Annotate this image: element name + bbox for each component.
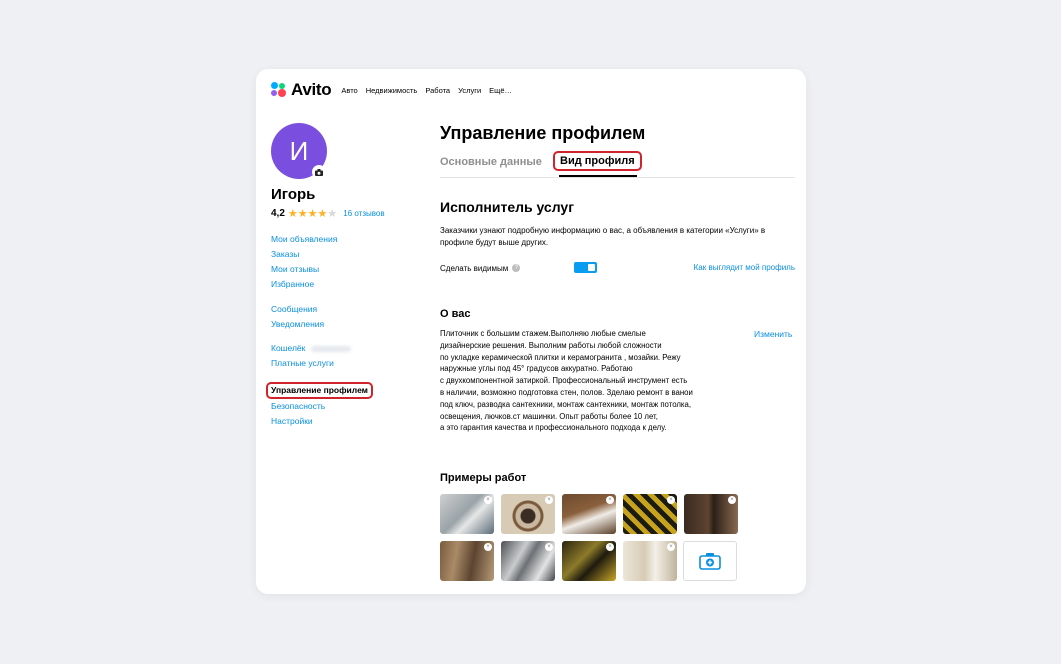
remove-photo-icon[interactable]: ×	[545, 496, 553, 504]
profile-preview-link[interactable]: Как выглядит мой профиль	[694, 263, 795, 272]
about-line: а это гарантия качества и профессиональн…	[440, 423, 667, 433]
menu-settings[interactable]: Настройки	[271, 414, 373, 429]
visibility-toggle[interactable]	[574, 262, 597, 273]
toggle-knob	[588, 264, 595, 271]
top-bar: Avito Авто Недвижимость Работа Услуги Ещ…	[271, 80, 520, 100]
user-rating: 4,2 ★★★★★ 16 отзывов	[271, 207, 385, 220]
star-icon: ★	[307, 208, 318, 220]
about-line: с двухкомпонентной затиркой. Профессиона…	[440, 376, 688, 386]
work-photo[interactable]: ×	[562, 541, 616, 581]
profile-tabs: Основные данные Вид профиля	[440, 151, 795, 178]
about-line: дизайнерские решения. Выполним работы лю…	[440, 340, 662, 350]
about-line: освещения, лючков.ст машинки. Опыт работ…	[440, 411, 658, 421]
works-section-title: Примеры работ	[440, 472, 527, 484]
nav-item-jobs[interactable]: Работа	[425, 86, 450, 95]
profile-card: Avito Авто Недвижимость Работа Услуги Ещ…	[256, 69, 806, 594]
star-icon: ★	[317, 208, 328, 220]
work-photo[interactable]: ×	[501, 494, 555, 534]
menu-favorites[interactable]: Избранное	[271, 277, 337, 292]
remove-photo-icon[interactable]: ×	[545, 543, 553, 551]
reviews-link[interactable]: 16 отзывов	[343, 209, 384, 218]
nav-item-more[interactable]: Ещё…	[489, 86, 512, 95]
logo-text: Avito	[291, 80, 332, 99]
work-photo[interactable]: ×	[440, 494, 494, 534]
tab-profile-view[interactable]: Вид профиля	[553, 151, 642, 171]
nav-item-auto[interactable]: Авто	[341, 86, 357, 95]
edit-about-link[interactable]: Изменить	[754, 329, 792, 339]
menu-my-reviews[interactable]: Мои отзывы	[271, 262, 337, 277]
work-photo[interactable]: ×	[501, 541, 555, 581]
avatar-initial: И	[289, 135, 309, 166]
camera-icon	[315, 168, 323, 176]
about-section-title: О вас	[440, 308, 471, 320]
work-photo[interactable]: ×	[684, 494, 738, 534]
services-section-title: Исполнитель услуг	[440, 199, 575, 215]
rating-stars: ★★★★★	[288, 207, 337, 220]
star-icon: ★	[287, 208, 298, 220]
add-photo-button[interactable]	[683, 541, 737, 581]
remove-photo-icon[interactable]: ×	[484, 543, 492, 551]
menu-group-settings: Управление профилем Безопасность Настрой…	[266, 382, 373, 429]
remove-photo-icon[interactable]: ×	[484, 496, 492, 504]
menu-group-messages: Сообщения Уведомления	[271, 302, 324, 332]
remove-photo-icon[interactable]: ×	[606, 496, 614, 504]
work-photo[interactable]: ×	[562, 494, 616, 534]
about-line: Плиточник с большим стажем.Выполняю любы…	[440, 329, 646, 338]
remove-photo-icon[interactable]: ×	[667, 543, 675, 551]
visibility-row: Сделать видимым ? Как выглядит мой профи…	[440, 261, 795, 275]
services-description: Заказчики узнают подробную информацию о …	[440, 226, 766, 247]
add-photo-icon	[699, 553, 721, 570]
menu-my-listings[interactable]: Мои объявления	[271, 232, 337, 247]
menu-messages[interactable]: Сообщения	[271, 302, 324, 317]
wallet-label: Кошелёк	[271, 343, 306, 353]
menu-group-wallet: Кошелёк Платные услуги	[271, 341, 352, 371]
work-photo[interactable]: ×	[623, 494, 677, 534]
work-photo[interactable]: ×	[440, 541, 494, 581]
nav-item-services[interactable]: Услуги	[458, 86, 481, 95]
work-photo[interactable]: ×	[623, 541, 677, 581]
about-line: в наличии, возможно подготовка стен, пол…	[440, 387, 693, 397]
main-nav: Авто Недвижимость Работа Услуги Ещё…	[341, 86, 520, 95]
rating-value: 4,2	[271, 208, 285, 219]
visibility-label: Сделать видимым	[440, 263, 509, 273]
nav-item-realty[interactable]: Недвижимость	[366, 86, 418, 95]
about-line: под ключ, разводка сантехники, монтаж са…	[440, 399, 692, 409]
about-text: Плиточник с большим стажем.Выполняю любы…	[440, 328, 740, 434]
tab-basic-data[interactable]: Основные данные	[440, 156, 542, 168]
change-photo-button[interactable]	[312, 165, 326, 179]
remove-photo-icon[interactable]: ×	[667, 496, 675, 504]
menu-profile-management[interactable]: Управление профилем	[266, 382, 373, 399]
menu-wallet[interactable]: Кошелёк	[271, 341, 352, 356]
about-line: наружные углы под 45° градусов аккуратно…	[440, 364, 633, 374]
menu-security[interactable]: Безопасность	[271, 399, 373, 414]
wallet-balance-blurred	[311, 345, 352, 352]
active-tab-indicator	[559, 175, 637, 177]
menu-notifications[interactable]: Уведомления	[271, 317, 324, 332]
remove-photo-icon[interactable]: ×	[728, 496, 736, 504]
star-empty-icon: ★	[327, 208, 338, 220]
menu-group-listings: Мои объявления Заказы Мои отзывы Избранн…	[271, 232, 337, 292]
user-name: Игорь	[271, 186, 316, 203]
help-icon[interactable]: ?	[512, 264, 521, 272]
remove-photo-icon[interactable]: ×	[606, 543, 614, 551]
menu-orders[interactable]: Заказы	[271, 247, 337, 262]
menu-paid-services[interactable]: Платные услуги	[271, 356, 351, 371]
page-title: Управление профилем	[440, 123, 646, 143]
avito-logo[interactable]: Avito	[271, 80, 332, 100]
star-icon: ★	[297, 208, 308, 220]
about-line: по укладке керамической плитки и керамог…	[440, 352, 681, 362]
logo-icon	[271, 82, 287, 98]
